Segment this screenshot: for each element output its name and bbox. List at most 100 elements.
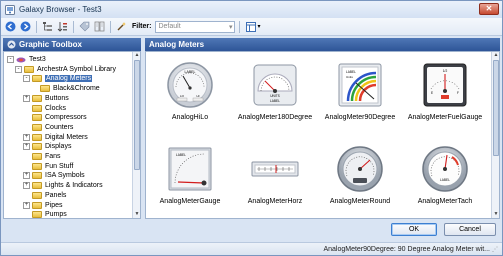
tree-item[interactable]: + Digital Meters bbox=[23, 133, 88, 142]
symbol-name: AnalogMeterRound bbox=[329, 198, 391, 205]
filter-settings-button[interactable] bbox=[115, 20, 128, 33]
columns-button[interactable] bbox=[93, 20, 106, 33]
gauge-horizontal-icon bbox=[249, 143, 301, 195]
filter-dropdown[interactable]: Default ▾ bbox=[155, 20, 236, 33]
folder-icon bbox=[32, 114, 42, 122]
chevron-down-icon: ▾ bbox=[257, 24, 261, 30]
scroll-up-arrow-icon[interactable]: ▲ bbox=[492, 52, 499, 59]
expand-icon[interactable]: + bbox=[23, 94, 30, 102]
tree-item-label: Fans bbox=[45, 153, 61, 160]
symbol-tile[interactable]: UNITS LABEL AnalogMeter180Degree bbox=[235, 57, 315, 129]
folder-icon bbox=[40, 85, 50, 93]
gauge-180-icon: UNITS LABEL bbox=[249, 59, 301, 111]
back-button[interactable] bbox=[4, 20, 17, 33]
tree-item[interactable]: - Analog Meters bbox=[23, 74, 93, 83]
sort-button[interactable] bbox=[56, 20, 69, 33]
tree-scrollbar[interactable]: ▲ ▼ bbox=[132, 52, 140, 218]
chevron-collapse-icon[interactable] bbox=[7, 40, 16, 49]
gauge-square-icon: LABEL bbox=[164, 143, 216, 195]
folder-icon bbox=[32, 104, 42, 112]
forward-button[interactable] bbox=[19, 20, 32, 33]
columns-icon bbox=[94, 21, 105, 32]
grid-scrollbar[interactable]: ▲ ▼ bbox=[491, 52, 499, 218]
tag-button[interactable] bbox=[78, 20, 91, 33]
tree-item-label: Black&Chrome bbox=[53, 85, 100, 93]
ok-button[interactable]: OK bbox=[391, 223, 437, 236]
view-mode-icon bbox=[246, 21, 257, 32]
galaxy-icon bbox=[16, 57, 26, 62]
svg-text:E: E bbox=[431, 91, 433, 95]
status-text: AnalogMeter90Degree: 90 Degree Analog Me… bbox=[323, 245, 490, 253]
tag-icon bbox=[79, 21, 90, 32]
toolbar: Filter: Default ▾ ▾ bbox=[1, 18, 502, 36]
svg-text:Units: Units bbox=[346, 75, 353, 79]
symbol-tile[interactable]: LABEL LO HI AnalogHiLo bbox=[150, 57, 230, 129]
scroll-up-arrow-icon[interactable]: ▲ bbox=[133, 52, 140, 59]
folder-icon bbox=[32, 153, 42, 160]
svg-text:1/2: 1/2 bbox=[443, 69, 448, 73]
tree-item[interactable]: + Pipes bbox=[23, 201, 63, 210]
view-mode-button[interactable]: ▾ bbox=[244, 20, 262, 33]
svg-text:UNITS: UNITS bbox=[270, 94, 280, 98]
tree-item[interactable]: + Displays bbox=[23, 142, 71, 151]
expand-icon[interactable]: + bbox=[23, 133, 30, 141]
gauge-90-icon: LABEL Units bbox=[334, 59, 386, 111]
gauge-fuel-icon: 1/2 E F bbox=[419, 59, 471, 111]
tree-view-button[interactable] bbox=[41, 20, 54, 33]
scroll-down-arrow-icon[interactable]: ▼ bbox=[133, 211, 140, 218]
tree-item[interactable]: Clocks bbox=[23, 104, 66, 113]
close-button[interactable]: ✕ bbox=[479, 3, 499, 15]
tree-item[interactable]: Compressors bbox=[23, 113, 87, 122]
tree-item[interactable]: + ISA Symbols bbox=[23, 171, 85, 180]
tree-scroll-thumb[interactable] bbox=[134, 60, 140, 170]
analog-meters-header: Analog Meters bbox=[145, 38, 500, 51]
expand-icon[interactable]: + bbox=[23, 182, 30, 190]
svg-text:LABEL: LABEL bbox=[440, 178, 450, 182]
symbol-name: AnalogMeterHorz bbox=[247, 198, 303, 205]
graphic-toolbox-title: Graphic Toolbox bbox=[19, 40, 82, 49]
folder-icon bbox=[32, 211, 42, 218]
toolbar-separator bbox=[73, 20, 74, 33]
collapse-icon[interactable]: - bbox=[7, 56, 14, 63]
galaxy-browser-window: Galaxy Browser - Test3 ✕ Filter: Default bbox=[0, 0, 503, 256]
symbol-tile[interactable]: LABEL AnalogMeterTach bbox=[405, 141, 485, 213]
resize-grip-icon[interactable]: ⋰ bbox=[492, 246, 500, 254]
grid-scroll-thumb[interactable] bbox=[493, 60, 499, 156]
tree-item[interactable]: Fans bbox=[23, 152, 61, 161]
filter-wand-icon bbox=[117, 22, 126, 31]
symbol-tile[interactable]: AnalogMeterHorz bbox=[235, 141, 315, 213]
forward-arrow-icon bbox=[20, 21, 31, 32]
tree-item-label: Compressors bbox=[45, 114, 87, 122]
symbol-tile[interactable]: 1/2 E F AnalogMeterFuelGauge bbox=[405, 57, 485, 129]
tree-item[interactable]: + Lights & Indicators bbox=[23, 181, 103, 190]
tree-item[interactable]: Fun Stuff bbox=[23, 162, 73, 171]
svg-text:LO: LO bbox=[180, 94, 185, 98]
tree-item[interactable]: Pumps bbox=[23, 210, 67, 219]
expand-icon[interactable]: + bbox=[23, 172, 30, 180]
tree-item[interactable]: Panels bbox=[23, 191, 66, 200]
symbol-tile[interactable]: LABEL AnalogMeterGauge bbox=[150, 141, 230, 213]
scroll-down-arrow-icon[interactable]: ▼ bbox=[492, 211, 499, 218]
tree-item[interactable]: Counters bbox=[23, 123, 73, 132]
tree-item-label: Clocks bbox=[45, 104, 67, 112]
folder-icon bbox=[32, 133, 42, 141]
folder-icon bbox=[32, 143, 42, 151]
svg-text:LABEL: LABEL bbox=[185, 70, 196, 74]
cancel-button[interactable]: Cancel bbox=[444, 223, 496, 236]
symbol-tile[interactable]: LABEL Units AnalogMeter90Degree bbox=[320, 57, 400, 129]
tree-item[interactable]: Black&Chrome bbox=[31, 84, 100, 93]
symbol-tile[interactable]: AnalogMeterRound bbox=[320, 141, 400, 213]
collapse-icon[interactable]: - bbox=[23, 75, 30, 83]
folder-icon bbox=[32, 191, 42, 199]
expand-icon[interactable]: + bbox=[23, 143, 30, 151]
tree-item-label: Pumps bbox=[45, 211, 67, 219]
symbol-name: AnalogMeterFuelGauge bbox=[407, 114, 483, 121]
gauge-round-icon bbox=[334, 143, 386, 195]
symbol-name: AnalogMeter90Degree bbox=[324, 114, 396, 121]
tree-item[interactable]: + Buttons bbox=[23, 94, 69, 103]
expand-icon[interactable]: + bbox=[23, 201, 30, 209]
collapse-icon[interactable]: - bbox=[15, 65, 22, 73]
symbol-name: AnalogMeter180Degree bbox=[237, 114, 313, 121]
tree-item[interactable]: - Test3 bbox=[7, 55, 46, 64]
tree-item[interactable]: - ArchestrA Symbol Library bbox=[15, 65, 116, 74]
